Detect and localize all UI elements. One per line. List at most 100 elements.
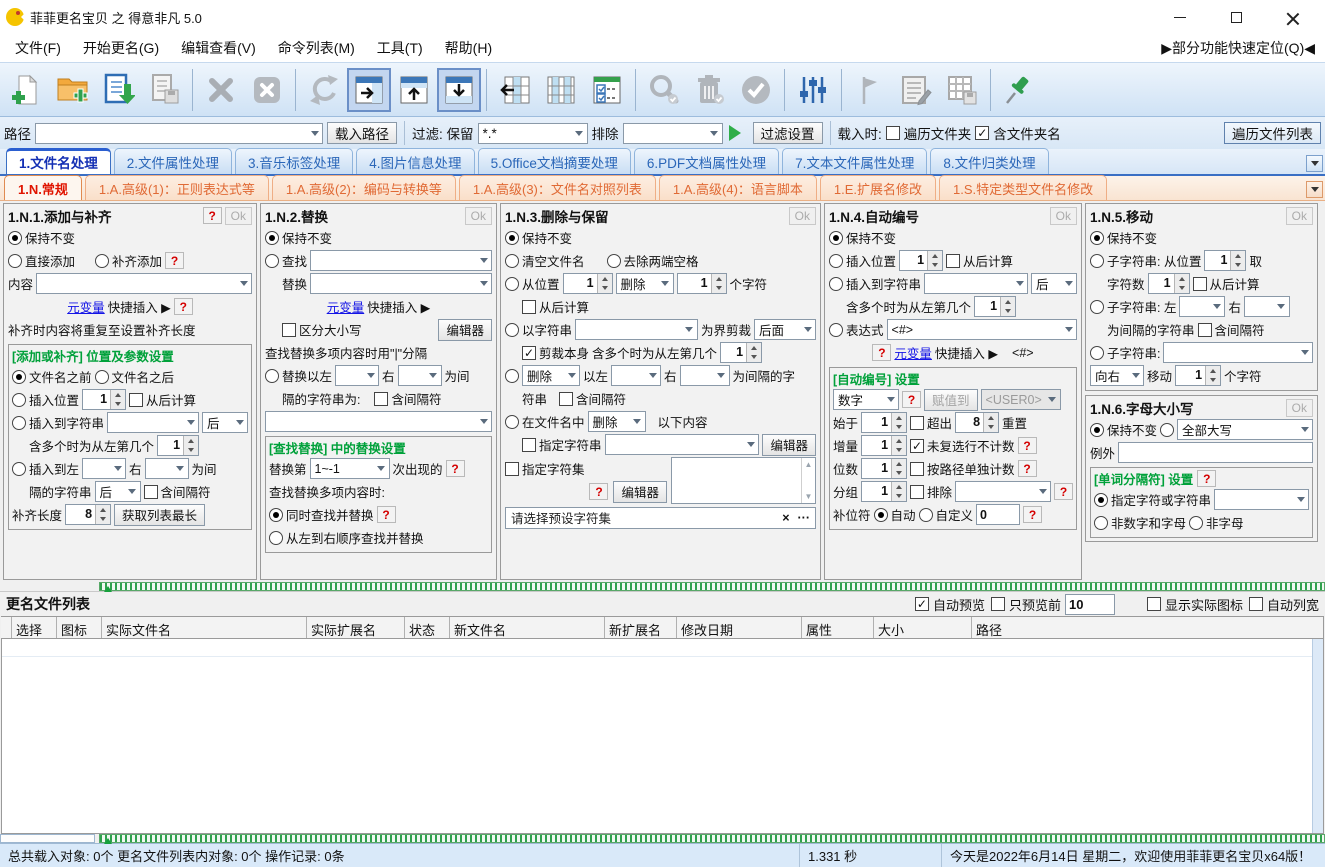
p3-in-filename-radio[interactable] (505, 415, 519, 429)
minimize-button[interactable] (1167, 7, 1193, 27)
p1-pad-add-radio[interactable] (95, 254, 109, 268)
spinner-arrows-icon[interactable] (891, 459, 906, 478)
auto-col-width-checkbox[interactable] (1249, 597, 1263, 611)
spinner-arrows-icon[interactable] (95, 505, 110, 524)
p4-from-end-checkbox[interactable] (946, 254, 960, 268)
help-button[interactable]: ? (174, 298, 193, 315)
spinner-arrows-icon[interactable] (891, 413, 906, 432)
spinner-arrows-icon[interactable] (1000, 297, 1015, 316)
tab-file-attributes[interactable]: 2.文件属性处理 (114, 148, 232, 174)
panel4-ok-button[interactable]: Ok (1050, 207, 1077, 225)
column-left-button[interactable] (492, 67, 538, 113)
p4-metavar-link[interactable]: 元变量 (894, 343, 932, 362)
spinner-arrows-icon[interactable] (746, 343, 761, 362)
p3-trim-radio[interactable] (607, 254, 621, 268)
p4-expression-combo[interactable]: <#> (887, 319, 1077, 340)
p3-left-sep-combo[interactable] (611, 365, 661, 386)
p4-auto-radio[interactable] (874, 508, 888, 522)
search-check-button[interactable] (641, 67, 687, 113)
help-button[interactable]: ? (1018, 460, 1037, 477)
apply-filter-play-icon[interactable] (729, 125, 749, 141)
filter-keep-combo[interactable]: *.* (478, 123, 588, 144)
tab-pdf-attributes[interactable]: 6.PDF文档属性处理 (634, 148, 779, 174)
p6-mode-combo[interactable]: 全部大写 (1177, 419, 1313, 440)
p2-seq-radio[interactable] (269, 531, 283, 545)
help-button[interactable]: ? (1197, 470, 1216, 487)
p3-spec-string-checkbox[interactable] (522, 438, 536, 452)
p4-expr-tag[interactable]: <#> (1012, 346, 1034, 360)
p5-from-end-checkbox[interactable] (1193, 277, 1207, 291)
p1-metavar-link[interactable]: 元变量 (67, 297, 105, 316)
p2-simul-radio[interactable] (269, 508, 283, 522)
subtab-regex[interactable]: 1.A.高级(1)：正则表达式等 (85, 175, 269, 200)
p5-move-spinner[interactable]: 1 (1175, 365, 1221, 386)
p5-substr-radio[interactable] (1090, 346, 1104, 360)
menu-command-list[interactable]: 命令列表(M) (267, 35, 366, 61)
col-rowmark[interactable] (1, 617, 11, 638)
col-path[interactable]: 路径 (971, 617, 1323, 638)
p1-insert-to-string-radio[interactable] (12, 416, 26, 430)
p2-replace-between-radio[interactable] (265, 369, 279, 383)
flag-button[interactable] (847, 67, 893, 113)
p4-insert-pos-radio[interactable] (829, 254, 843, 268)
p3-del-between-mode-combo[interactable]: 删除 (522, 365, 580, 386)
p4-insert-pos-spinner[interactable]: 1 (899, 250, 943, 271)
close-button[interactable] (1279, 7, 1305, 27)
preview-count-input[interactable]: 10 (1065, 594, 1115, 615)
p1-pad-len-spinner[interactable]: 8 (65, 504, 111, 525)
p2-find-combo[interactable] (310, 250, 492, 271)
p5-substr-combo[interactable] (1163, 342, 1313, 363)
filter-settings-button[interactable]: 过滤设置 (753, 122, 823, 144)
p3-keep-radio[interactable] (505, 231, 519, 245)
subtab-encoding[interactable]: 1.A.高级(2)：编码与转换等 (272, 175, 456, 200)
p1-before-name-radio[interactable] (12, 370, 26, 384)
p3-right-sep-combo[interactable] (680, 365, 730, 386)
include-folder-name-checkbox[interactable] (975, 126, 989, 140)
col-size[interactable]: 大小 (873, 617, 971, 638)
clear-list-button[interactable] (244, 67, 290, 113)
p5-left-sep-combo[interactable] (1179, 296, 1225, 317)
vertical-scrollbar[interactable] (1312, 639, 1323, 833)
menu-tools[interactable]: 工具(T) (366, 35, 434, 61)
col-status[interactable]: 状态 (404, 617, 449, 638)
quick-locate-link[interactable]: ▶部分功能快速定位(Q)◀ (1161, 38, 1325, 58)
p2-find-radio[interactable] (265, 254, 279, 268)
p3-charset-textarea[interactable]: ▲▼ (671, 457, 816, 504)
delete-check-button[interactable] (687, 67, 733, 113)
p2-metavar-link[interactable]: 元变量 (327, 297, 365, 316)
p1-insert-pos-spinner[interactable]: 1 (82, 389, 126, 410)
col-attributes[interactable]: 属性 (801, 617, 873, 638)
p5-keep-radio[interactable] (1090, 231, 1104, 245)
spinner-arrows-icon[interactable] (1174, 274, 1189, 293)
col-icon[interactable]: 图标 (56, 617, 101, 638)
panel2-ok-button[interactable]: Ok (465, 207, 492, 225)
help-button[interactable]: ? (203, 207, 222, 224)
help-button[interactable]: ? (1018, 437, 1037, 454)
p6-non-alnum-radio[interactable] (1094, 516, 1108, 530)
p4-exclude-checkbox[interactable] (910, 485, 924, 499)
spinner-arrows-icon[interactable] (711, 274, 726, 293)
p4-insert-to-string-radio[interactable] (829, 277, 843, 291)
menu-edit-view[interactable]: 编辑查看(V) (170, 35, 267, 61)
p6-mode-radio[interactable] (1160, 423, 1174, 437)
help-button[interactable]: ? (872, 344, 891, 361)
subtab-extension[interactable]: 1.E.扩展名修改 (820, 175, 936, 200)
p3-clear-name-radio[interactable] (505, 254, 519, 268)
p3-preset-charset-select[interactable]: 请选择预设字符集×··· (505, 507, 816, 529)
exclude-combo[interactable] (623, 123, 723, 144)
help-button[interactable]: ? (589, 483, 608, 500)
refresh-button[interactable] (301, 67, 347, 113)
panel6-ok-button[interactable]: Ok (1286, 399, 1313, 417)
spinner-arrows-icon[interactable] (110, 390, 125, 409)
panel1-ok-button[interactable]: Ok (225, 207, 252, 225)
p3-spec-string-combo[interactable] (605, 434, 760, 455)
p3-incl-sep-checkbox[interactable] (559, 392, 573, 406)
spinner-arrows-icon[interactable] (183, 436, 198, 455)
tab-music-tags[interactable]: 3.音乐标签处理 (235, 148, 353, 174)
panel-down-toggle[interactable] (437, 68, 481, 112)
spinner-arrows-icon[interactable] (983, 413, 998, 432)
p3-editor-button[interactable]: 编辑器 (762, 434, 816, 456)
path-combo[interactable] (35, 123, 323, 144)
p5-substr-pos-radio[interactable] (1090, 254, 1104, 268)
col-new-filename[interactable]: 新文件名 (449, 617, 604, 638)
